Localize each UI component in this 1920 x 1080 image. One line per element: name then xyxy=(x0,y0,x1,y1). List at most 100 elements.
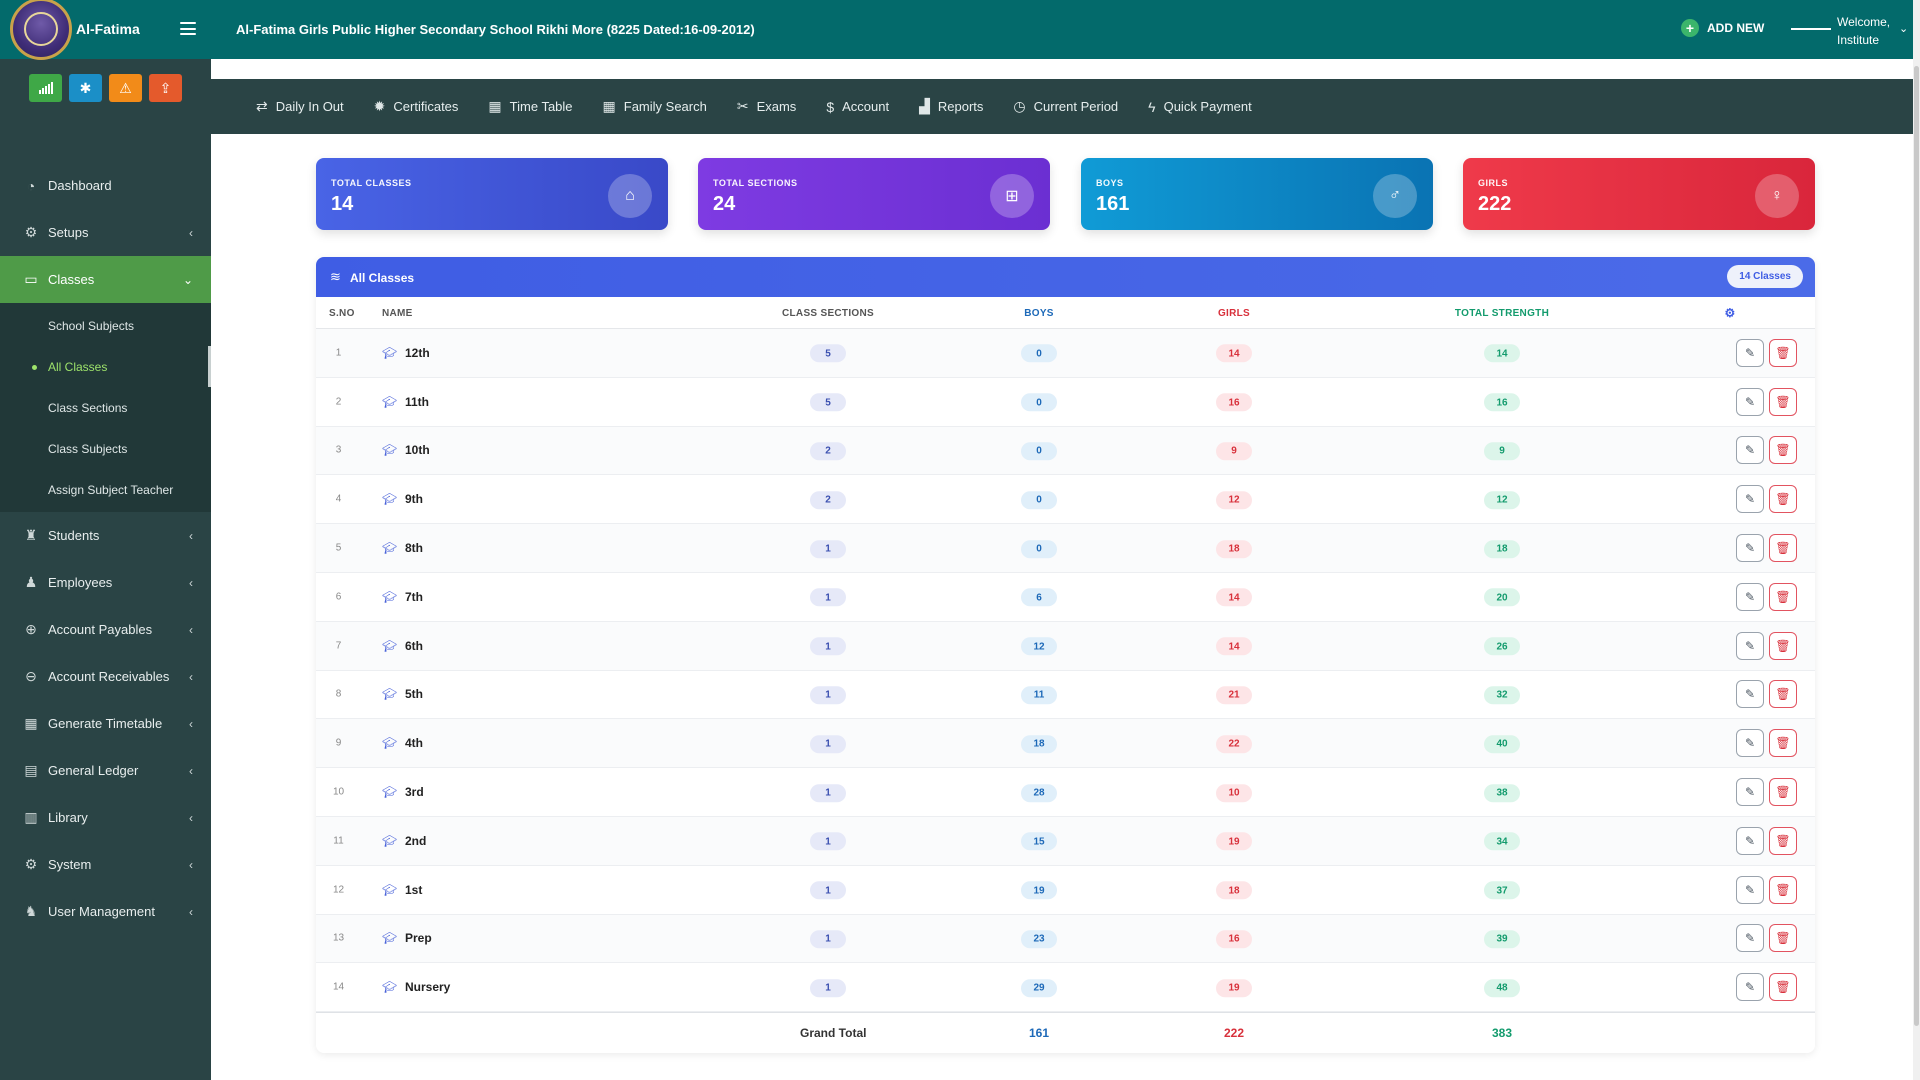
sidebar-item-account-receivables[interactable]: ⊖ Account Receivables ‹ xyxy=(0,653,211,700)
delete-button[interactable]: 🗑︎ xyxy=(1769,875,1797,904)
class-name: 8th xyxy=(405,541,423,556)
menu-certificates[interactable]: ✹ Certificates xyxy=(374,98,459,115)
row-actions: ✎ 🗑︎ xyxy=(1736,534,1797,563)
menu-exams[interactable]: ✂ Exams xyxy=(737,98,796,115)
table-row: 12 🎓︎ 1st 1 19 18 37 ✎ 🗑︎ xyxy=(316,866,1815,915)
add-new-button[interactable]: + ADD NEW xyxy=(1681,19,1764,37)
sidebar-subitem-all-classes[interactable]: All Classes xyxy=(0,346,211,387)
table-header: S.NO NAME CLASS SECTIONS BOYS GIRLS TOTA… xyxy=(316,297,1815,329)
edit-button[interactable]: ✎ xyxy=(1736,534,1764,563)
menu-current-period[interactable]: ◷ Current Period xyxy=(1013,98,1118,115)
warning-icon[interactable]: ⚠ xyxy=(109,74,142,102)
sidebar-item-dashboard[interactable]: ◔ Dashboard xyxy=(0,162,211,209)
edit-button[interactable]: ✎ xyxy=(1736,582,1764,611)
delete-button[interactable]: 🗑︎ xyxy=(1769,631,1797,660)
bolt-icon: ϟ xyxy=(1148,98,1156,115)
edit-button[interactable]: ✎ xyxy=(1736,631,1764,660)
quick-buttons: ✱ ⚠ ⇪ xyxy=(0,59,211,162)
boys-cell: 12 xyxy=(1009,636,1069,656)
sidebar-item-employees[interactable]: ♟ Employees ‹ xyxy=(0,559,211,606)
menu-family-search[interactable]: ▦ Family Search xyxy=(603,98,707,115)
sidebar-item-system[interactable]: ⚙ System ‹ xyxy=(0,841,211,888)
sidebar-subitem-class-sections[interactable]: Class Sections xyxy=(0,387,211,428)
class-name: Prep xyxy=(405,931,432,946)
sidebar-item-general-ledger[interactable]: ▤ General Ledger ‹ xyxy=(0,747,211,794)
delete-button[interactable]: 🗑︎ xyxy=(1769,680,1797,709)
add-new-label: ADD NEW xyxy=(1707,21,1765,35)
column-header-name: NAME xyxy=(382,308,413,319)
delete-button[interactable]: 🗑︎ xyxy=(1769,338,1797,367)
sidebar-item-setups[interactable]: ⚙ Setups ‹ xyxy=(0,209,211,256)
signal-icon[interactable] xyxy=(29,74,62,102)
delete-button[interactable]: 🗑︎ xyxy=(1769,582,1797,611)
edit-button[interactable]: ✎ xyxy=(1736,973,1764,1002)
edit-button[interactable]: ✎ xyxy=(1736,387,1764,416)
girls-badge: 14 xyxy=(1216,588,1252,607)
sidebar-item-library[interactable]: ▥ Library ‹ xyxy=(0,794,211,841)
school-logo[interactable] xyxy=(10,0,72,60)
class-sections-cell: 1 xyxy=(798,636,858,656)
menu-quick-payment[interactable]: ϟ Quick Payment xyxy=(1148,99,1252,115)
row-actions: ✎ 🗑︎ xyxy=(1736,680,1797,709)
edit-button[interactable]: ✎ xyxy=(1736,875,1764,904)
chevron-down-icon[interactable]: ⌄ xyxy=(1899,22,1908,35)
edit-button[interactable]: ✎ xyxy=(1736,680,1764,709)
delete-button[interactable]: 🗑︎ xyxy=(1769,436,1797,465)
class-name: 12th xyxy=(405,345,430,360)
graduation-cap-icon: 🎓︎ xyxy=(382,541,398,556)
delete-button[interactable]: 🗑︎ xyxy=(1769,485,1797,514)
sidebar-item-generate-timetable[interactable]: ▦ Generate Timetable ‹ xyxy=(0,700,211,747)
exchange-icon: ⇄ xyxy=(256,98,268,114)
menu-time-table[interactable]: ▦ Time Table xyxy=(488,98,572,115)
edit-button[interactable]: ✎ xyxy=(1736,338,1764,367)
total-badge: 40 xyxy=(1484,735,1520,754)
chevron-left-icon: ‹ xyxy=(189,575,193,590)
edit-button[interactable]: ✎ xyxy=(1736,778,1764,807)
delete-button[interactable]: 🗑︎ xyxy=(1769,826,1797,855)
delete-button[interactable]: 🗑︎ xyxy=(1769,729,1797,758)
girls-badge: 22 xyxy=(1216,735,1252,754)
boys-cell: 28 xyxy=(1009,782,1069,802)
edit-button[interactable]: ✎ xyxy=(1736,924,1764,953)
boys-badge: 6 xyxy=(1021,588,1057,607)
pencil-icon: ✎ xyxy=(1744,687,1756,702)
sidebar-subitem-school-subjects[interactable]: School Subjects xyxy=(0,305,211,346)
table-row: 3 🎓︎ 10th 2 0 9 9 ✎ 🗑︎ xyxy=(316,426,1815,476)
welcome-text: Welcome, xyxy=(1837,15,1891,29)
classes-count-badge: 14 Classes xyxy=(1727,265,1803,288)
sidebar-item-students[interactable]: ♜ Students ‹ xyxy=(0,512,211,559)
class-name: 7th xyxy=(405,589,423,604)
delete-button[interactable]: 🗑︎ xyxy=(1769,534,1797,563)
chevron-left-icon: ‹ xyxy=(189,669,193,684)
sidebar-item-label: Students xyxy=(48,528,100,543)
cogs-icon[interactable]: ✱ xyxy=(69,74,102,102)
row-sno: 1 xyxy=(335,347,342,359)
sidebar-subitem-class-subjects[interactable]: Class Subjects xyxy=(0,428,211,469)
girls-cell: 14 xyxy=(1204,587,1264,607)
total-strength-cell: 40 xyxy=(1472,734,1532,754)
edit-button[interactable]: ✎ xyxy=(1736,729,1764,758)
menu-daily-in-out[interactable]: ⇄ Daily In Out xyxy=(256,98,344,115)
menu-account[interactable]: $ Account xyxy=(826,99,889,115)
boys-cell: 0 xyxy=(1009,441,1069,461)
delete-button[interactable]: 🗑︎ xyxy=(1769,924,1797,953)
delete-button[interactable]: 🗑︎ xyxy=(1769,973,1797,1002)
edit-button[interactable]: ✎ xyxy=(1736,826,1764,855)
class-sections-cell: 1 xyxy=(798,685,858,705)
delete-button[interactable]: 🗑︎ xyxy=(1769,387,1797,416)
sidebar-item-classes[interactable]: ▭ Classes ⌄ xyxy=(0,256,211,303)
edit-button[interactable]: ✎ xyxy=(1736,485,1764,514)
sidebar-item-account-payables[interactable]: ⊕ Account Payables ‹ xyxy=(0,606,211,653)
class-name: 9th xyxy=(405,492,423,507)
page-scrollbar-thumb[interactable] xyxy=(1914,66,1919,1026)
upload-icon[interactable]: ⇪ xyxy=(149,74,182,102)
edit-button[interactable]: ✎ xyxy=(1736,436,1764,465)
delete-button[interactable]: 🗑︎ xyxy=(1769,778,1797,807)
user-menu[interactable]: Welcome, Institute xyxy=(1837,13,1890,49)
sidebar-subitem-assign-subject-teacher[interactable]: Assign Subject Teacher xyxy=(0,469,211,510)
graduation-cap-icon: 🎓︎ xyxy=(382,345,398,360)
menu-toggle-icon[interactable] xyxy=(180,22,196,35)
chevron-left-icon: ‹ xyxy=(189,528,193,543)
menu-reports[interactable]: ▟ Reports xyxy=(919,98,983,115)
sidebar-item-user-management[interactable]: ♞ User Management ‹ xyxy=(0,888,211,935)
